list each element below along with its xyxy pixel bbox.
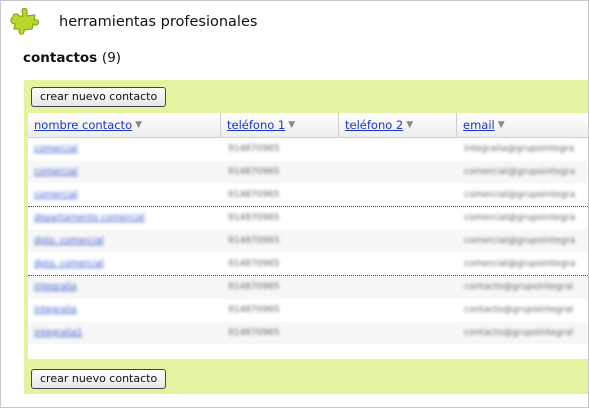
- contact-count: (9): [101, 50, 122, 66]
- contact-name-link[interactable]: comercial: [34, 138, 78, 161]
- contact-name-link[interactable]: integralia: [34, 299, 77, 322]
- page-title-text: contactos: [23, 50, 98, 66]
- phone-1: 914870965: [228, 167, 280, 178]
- phone-1: 914870965: [228, 305, 280, 316]
- app-window: herramientas profesionales contactos (9)…: [0, 0, 589, 408]
- email: comercial@grupointegra: [464, 213, 576, 224]
- contacts-table: nombre contacto ▼ teléfono 1 ▼ teléfono 2 ▼…: [28, 113, 588, 359]
- column-header-tel2[interactable]: teléfono 2 ▼: [339, 113, 457, 137]
- table-row: comercial 914870965 integralia@grupointe…: [28, 138, 588, 161]
- column-header-tel1[interactable]: teléfono 1 ▼: [221, 113, 339, 137]
- contact-name-link[interactable]: integralia1: [34, 322, 82, 345]
- table-row: comercial 914870965 comercial@grupointeg…: [28, 160, 588, 184]
- table-row: dpto. comercial 914870965 comercial@grup…: [28, 252, 588, 275]
- email: contacto@grupointegral: [464, 327, 574, 338]
- sort-by-tel1-link[interactable]: teléfono 1: [227, 118, 285, 132]
- contacts-panel: crear nuevo contacto nombre contacto ▼ te…: [24, 80, 588, 394]
- sort-by-tel2-link[interactable]: teléfono 2: [345, 118, 403, 132]
- sort-by-name-link[interactable]: nombre contacto: [34, 118, 132, 132]
- sort-arrow-icon: ▼: [135, 120, 143, 130]
- table-row: integralia 914870965 contacto@grupointeg…: [28, 299, 588, 322]
- contact-name-link[interactable]: dpto. comercial: [34, 252, 104, 275]
- phone-1: 914870965: [228, 144, 280, 155]
- contact-name-link[interactable]: integralia: [34, 276, 77, 299]
- email: comercial@grupointegra: [464, 189, 576, 200]
- page-title: contactos (9): [23, 50, 121, 66]
- contact-name-link[interactable]: departamento comercial: [34, 207, 145, 230]
- email: integralia@grupointegra: [464, 144, 575, 155]
- table-row: integralia 914870965 contacto@grupointeg…: [28, 275, 588, 299]
- phone-1: 914870965: [228, 213, 280, 224]
- contact-name-link[interactable]: comercial: [34, 183, 78, 206]
- sort-by-email-link[interactable]: email: [463, 118, 495, 132]
- email: comercial@grupointegra: [464, 236, 576, 247]
- email: contacto@grupointegral: [464, 282, 574, 293]
- phone-1: 914870965: [228, 258, 280, 269]
- app-title: herramientas profesionales: [59, 14, 258, 30]
- phone-1: 914870965: [228, 236, 280, 247]
- email: comercial@grupointegra: [464, 167, 576, 178]
- email: contacto@grupointegral: [464, 305, 574, 316]
- table-body: comercial 914870965 integralia@grupointe…: [28, 138, 588, 345]
- app-header: herramientas profesionales: [9, 7, 257, 37]
- sort-arrow-icon: ▼: [406, 120, 414, 130]
- phone-1: 914870965: [228, 327, 280, 338]
- phone-1: 914870965: [228, 189, 280, 200]
- new-contact-button-bottom[interactable]: crear nuevo contacto: [31, 369, 167, 389]
- sort-arrow-icon: ▼: [497, 120, 505, 130]
- table-row: comercial 914870965 comercial@grupointeg…: [28, 183, 588, 206]
- sort-arrow-icon: ▼: [288, 120, 296, 130]
- contact-name-link[interactable]: comercial: [34, 161, 78, 184]
- column-header-email[interactable]: email ▼: [457, 113, 588, 137]
- phone-1: 914870965: [228, 282, 280, 293]
- puzzle-logo-icon: [10, 7, 40, 35]
- email: comercial@grupointegra: [464, 258, 576, 269]
- table-row: departamento comercial 914870965 comerci…: [28, 206, 588, 230]
- new-contact-button-top[interactable]: crear nuevo contacto: [31, 87, 167, 107]
- table-row: integralia1 914870965 contacto@grupointe…: [28, 321, 588, 345]
- table-header: nombre contacto ▼ teléfono 1 ▼ teléfono 2 ▼…: [28, 113, 588, 138]
- table-row: dpto. comercial 914870965 comercial@grup…: [28, 229, 588, 253]
- contact-name-link[interactable]: dpto. comercial: [34, 230, 104, 253]
- column-header-name[interactable]: nombre contacto ▼: [28, 113, 221, 137]
